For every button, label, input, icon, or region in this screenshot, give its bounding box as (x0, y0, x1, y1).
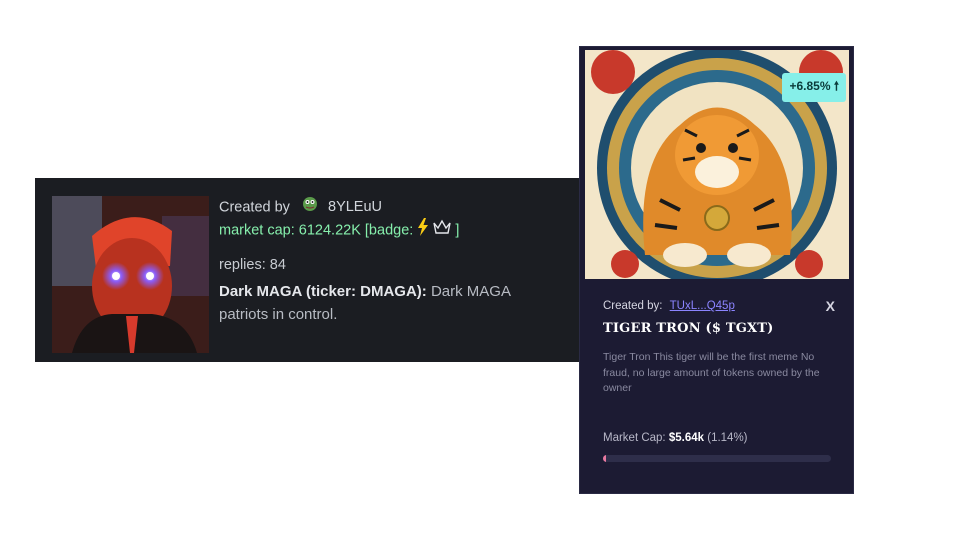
market-cap-label: Market Cap: (603, 432, 666, 444)
token-image-tiger[interactable]: +6.85% 🠕 (585, 50, 849, 279)
left-token-card[interactable]: Created by 8YLEuU market cap: 6124.22K [… (35, 178, 580, 362)
creator-row: Created by 8YLEuU (219, 196, 569, 218)
creator-link[interactable]: TUxL...Q45p (670, 300, 735, 312)
creator-name[interactable]: 8YLEuU (328, 199, 382, 215)
token-description: Dark MAGA (ticker: DMAGA): Dark MAGA pat… (219, 280, 559, 326)
market-cap-percent: (1.14%) (707, 432, 748, 444)
crown-icon (433, 219, 452, 242)
pepe-avatar-icon[interactable] (302, 196, 318, 219)
creator-row: Created by: TUxL...Q45p X (603, 297, 835, 315)
market-cap-value: $5.64k (668, 432, 705, 444)
created-by-label: Created by (219, 199, 290, 216)
lightning-icon (417, 218, 429, 243)
created-by-label: Created by: (603, 300, 663, 312)
token-image-dark-maga[interactable] (52, 196, 209, 353)
bonding-progress-bar (603, 455, 831, 462)
token-description: Tiger Tron This tiger will be the first … (603, 351, 820, 394)
market-cap-row: market cap: 6124.22K [badge: ] (219, 218, 569, 240)
replies-count: replies: 84 (219, 257, 286, 273)
badge-close: ] (455, 222, 460, 239)
right-token-card[interactable]: +6.85% 🠕 Created by: TUxL...Q45p X TIGER… (579, 46, 854, 494)
market-cap-row: Market Cap: $5.64k (1.14%) (603, 432, 748, 444)
badge-label: [badge: (364, 222, 414, 239)
price-change-badge: +6.85% 🠕 (782, 73, 846, 102)
x-icon[interactable]: X (826, 297, 835, 315)
token-title: Dark MAGA (ticker: DMAGA): (219, 283, 427, 300)
market-cap: market cap: 6124.22K (219, 222, 361, 239)
progress-fill (603, 455, 606, 462)
token-name: TIGER TRON ($ TGXT) (603, 321, 774, 336)
